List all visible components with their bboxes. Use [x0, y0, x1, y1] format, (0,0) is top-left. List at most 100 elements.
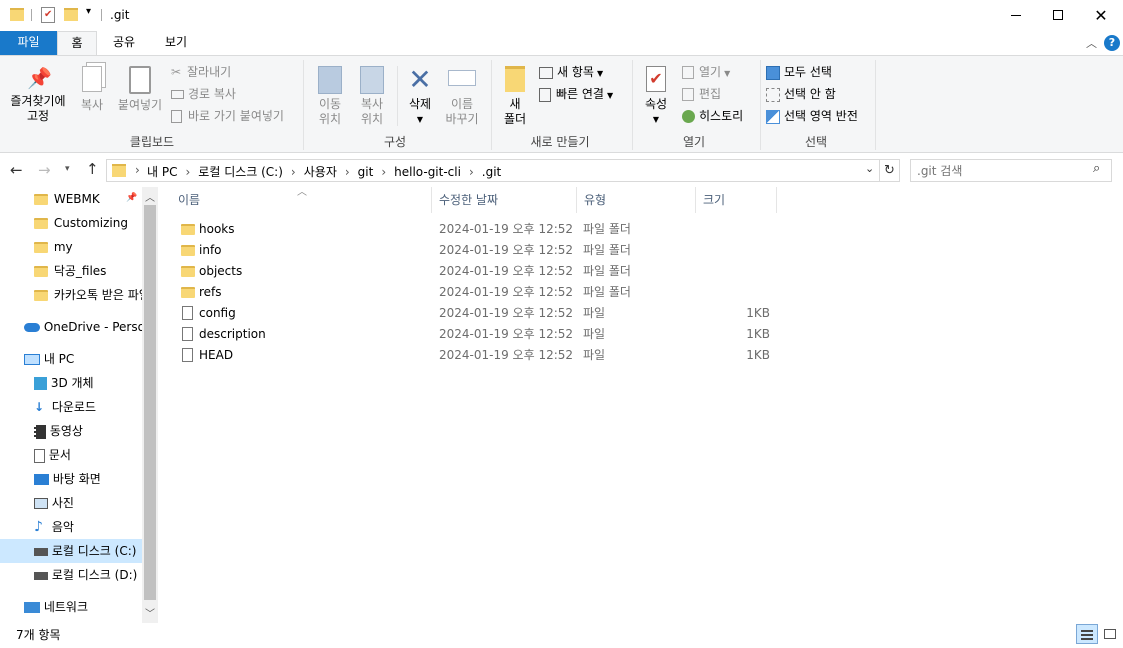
copy-to-button[interactable]: 복사 위치: [352, 66, 392, 128]
breadcrumb-item[interactable]: hello-git-cli: [394, 165, 461, 179]
pin-to-quick-access-button[interactable]: 📌 즐겨찾기에 고정: [4, 66, 72, 128]
nav-item-pictures[interactable]: 사진: [34, 491, 142, 515]
delete-button[interactable]: ✕ 삭제 ▼: [400, 66, 440, 128]
breadcrumb-item[interactable]: .git: [482, 165, 501, 179]
help-icon[interactable]: ?: [1104, 35, 1120, 51]
recent-locations-dropdown[interactable]: ▾: [65, 164, 70, 174]
edit-button[interactable]: 편집: [682, 85, 721, 102]
large-icons-view-button[interactable]: [1101, 625, 1119, 643]
file-row[interactable]: info 2024-01-19 오후 12:52 파일 폴더: [178, 240, 778, 261]
scrollbar-thumb[interactable]: [144, 205, 156, 600]
nav-scrollbar[interactable]: ︿ ﹀: [142, 187, 158, 623]
file-row[interactable]: config 2024-01-19 오후 12:52 파일 1KB: [178, 303, 778, 324]
forward-button[interactable]: →: [38, 161, 51, 179]
nav-item-music[interactable]: ♪ 음악: [34, 515, 142, 539]
window-title: .git: [110, 8, 130, 22]
nav-item-3d-objects[interactable]: 3D 개체: [34, 371, 142, 395]
organize-group-label: 구성: [383, 135, 407, 149]
nav-item-local-disk-c[interactable]: 로컬 디스크 (C:): [0, 539, 142, 563]
column-header-type[interactable]: 유형: [578, 187, 696, 213]
paste-shortcut-button[interactable]: 바로 가기 붙여넣기: [171, 107, 284, 124]
collapse-ribbon-icon[interactable]: ︿: [1086, 35, 1097, 51]
nav-item-my[interactable]: my: [34, 235, 142, 259]
column-header-size[interactable]: 크기: [697, 187, 777, 213]
invert-selection-button[interactable]: 선택 영역 반전: [766, 107, 858, 124]
nav-item-network[interactable]: 네트워크: [24, 595, 142, 619]
nav-item-documents[interactable]: 문서: [34, 443, 142, 467]
file-row[interactable]: description 2024-01-19 오후 12:52 파일 1KB: [178, 324, 778, 345]
scroll-down-icon[interactable]: ﹀: [145, 605, 155, 620]
search-icon: ⌕: [1093, 161, 1101, 176]
divider: [491, 60, 492, 150]
nav-item-kakaotalk[interactable]: 카카오톡 받은 파일: [34, 283, 142, 307]
properties-quick-icon[interactable]: ✔: [41, 7, 55, 23]
refresh-button[interactable]: ↻: [880, 159, 900, 182]
breadcrumb-item[interactable]: 사용자: [304, 165, 337, 179]
new-item-button[interactable]: 새 항목 ▼: [539, 63, 603, 80]
easy-access-button[interactable]: 빠른 연결 ▼: [539, 85, 613, 102]
file-row[interactable]: objects 2024-01-19 오후 12:52 파일 폴더: [178, 261, 778, 282]
nav-item-label: 동영상: [49, 424, 83, 438]
nav-item-onedrive[interactable]: OneDrive - Personal: [24, 315, 142, 339]
file-size: 1KB: [746, 348, 770, 362]
copy-path-button[interactable]: 경로 복사: [171, 85, 236, 102]
breadcrumb-item[interactable]: 내 PC: [147, 165, 177, 179]
file-row[interactable]: refs 2024-01-19 오후 12:52 파일 폴더: [178, 282, 778, 303]
minimize-button[interactable]: [995, 0, 1037, 31]
ribbon-tab-bar: 파일 홈 공유 보기 ︿ ?: [0, 31, 1123, 56]
new-folder-button[interactable]: 새 폴더: [496, 66, 534, 128]
tab-file[interactable]: 파일: [0, 31, 57, 55]
column-header-label: 크기: [703, 193, 726, 207]
paste-button[interactable]: 붙여넣기: [113, 66, 167, 128]
nav-item-label: 문서: [48, 448, 71, 462]
tab-view[interactable]: 보기: [156, 31, 196, 55]
search-box[interactable]: ⌕: [910, 159, 1112, 182]
divider: [632, 60, 633, 150]
column-header-modified[interactable]: 수정한 날짜: [433, 187, 577, 213]
new-folder-quick-icon[interactable]: [64, 8, 78, 21]
properties-dropdown-icon: ▼: [652, 115, 660, 124]
details-view-button[interactable]: [1076, 624, 1098, 644]
paste-shortcut-icon: [171, 110, 182, 123]
close-button[interactable]: ✕: [1079, 0, 1123, 31]
search-input[interactable]: [917, 163, 1087, 178]
drive-icon: [34, 547, 48, 556]
move-to-button[interactable]: 이동 위치: [308, 66, 352, 128]
column-header-label: 유형: [584, 193, 607, 207]
breadcrumb-separator: ›: [135, 163, 140, 177]
nav-item-videos[interactable]: 동영상: [34, 419, 142, 443]
address-dropdown-icon[interactable]: ⌄: [865, 162, 874, 175]
breadcrumb-item[interactable]: git: [358, 165, 374, 179]
breadcrumb-item[interactable]: 로컬 디스크 (C:): [198, 165, 283, 179]
column-header-name[interactable]: 이름: [172, 187, 432, 213]
select-none-button[interactable]: 선택 안 함: [766, 85, 836, 102]
maximize-button[interactable]: [1037, 0, 1079, 31]
history-button[interactable]: 히스토리: [682, 107, 743, 124]
paste-icon: [129, 66, 151, 94]
up-button[interactable]: ↑: [86, 160, 99, 178]
nav-item-dakgong-files[interactable]: 닥공_files: [34, 259, 142, 283]
cut-button[interactable]: ✂ 잘라내기: [171, 63, 231, 80]
nav-item-thispc[interactable]: 내 PC: [24, 347, 142, 371]
open-button[interactable]: 열기 ▼: [682, 63, 730, 80]
nav-item-customizing[interactable]: Customizing: [34, 211, 142, 235]
nav-item-local-disk-d[interactable]: 로컬 디스크 (D:): [34, 563, 142, 587]
tab-home[interactable]: 홈: [57, 31, 97, 56]
file-row[interactable]: HEAD 2024-01-19 오후 12:52 파일 1KB: [178, 345, 778, 366]
nav-item-desktop[interactable]: 바탕 화면: [34, 467, 142, 491]
scroll-up-icon[interactable]: ︿: [145, 189, 155, 204]
tab-share[interactable]: 공유: [104, 31, 144, 55]
file-row[interactable]: hooks 2024-01-19 오후 12:52 파일 폴더: [178, 219, 778, 240]
file-list-pane: ︿ 이름 수정한 날짜 유형 크기 hooks 2024-01-19 오후 12:…: [160, 187, 1123, 623]
select-all-button[interactable]: 모두 선택: [766, 63, 832, 80]
properties-button[interactable]: ✔ 속성 ▼: [637, 66, 675, 128]
back-button[interactable]: ←: [10, 161, 23, 179]
customize-quick-access-icon[interactable]: ▾: [86, 6, 91, 17]
nav-item-label: WEBMK: [53, 192, 100, 206]
address-box[interactable]: › 내 PC › 로컬 디스크 (C:) › 사용자 › git › hello-git-cli…: [106, 159, 880, 182]
nav-item-downloads[interactable]: ↓ 다운로드: [34, 395, 142, 419]
delete-icon: ✕: [408, 63, 432, 96]
rename-button[interactable]: 이름 바꾸기: [441, 66, 483, 128]
copy-button[interactable]: 복사: [74, 66, 110, 128]
history-icon: [682, 110, 695, 123]
